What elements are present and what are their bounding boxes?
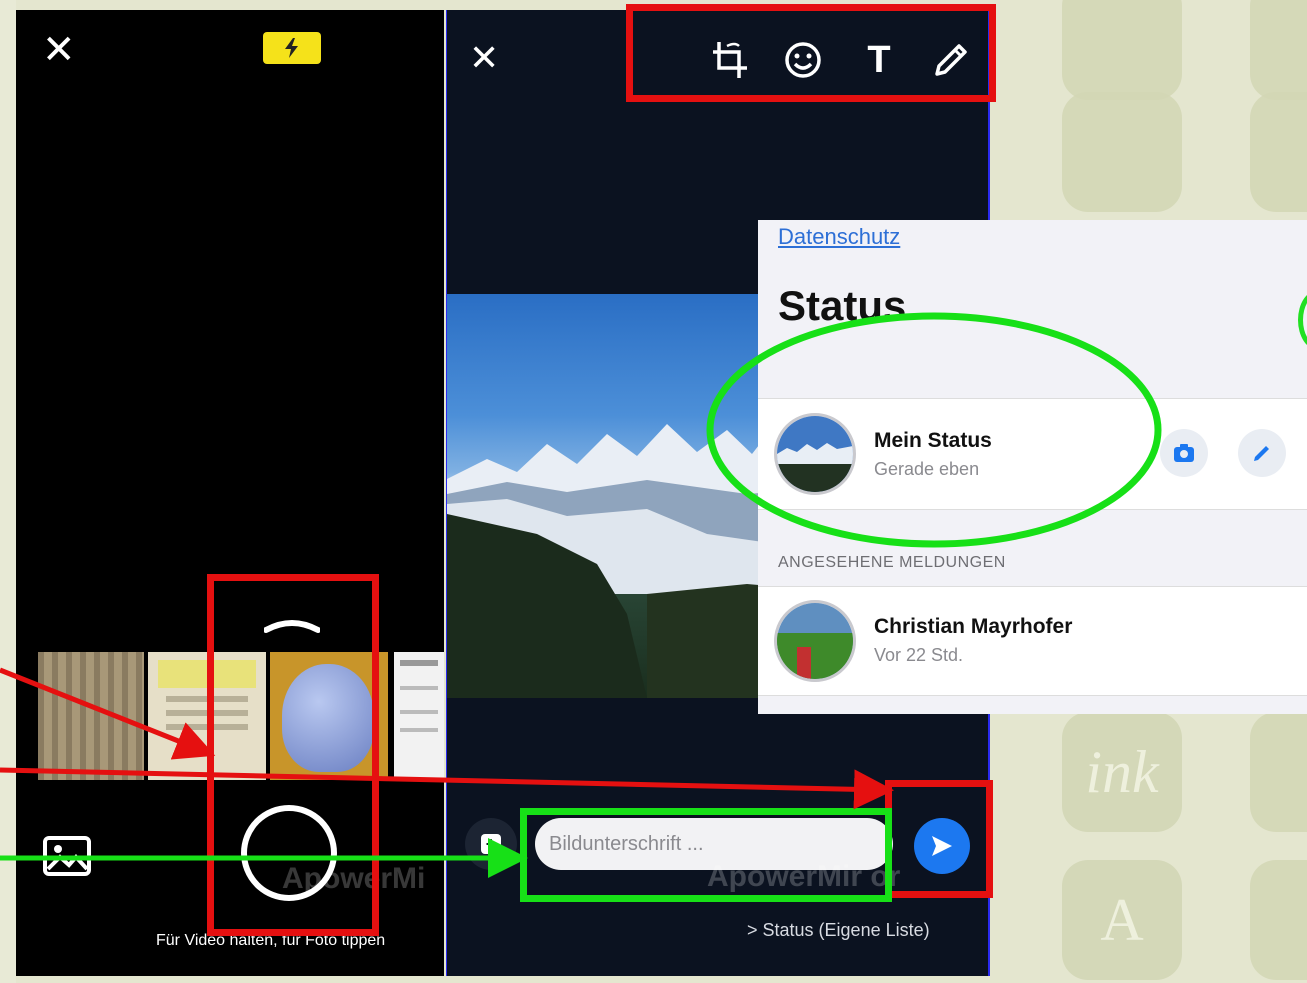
annotation-arrows: [0, 312, 1162, 878]
